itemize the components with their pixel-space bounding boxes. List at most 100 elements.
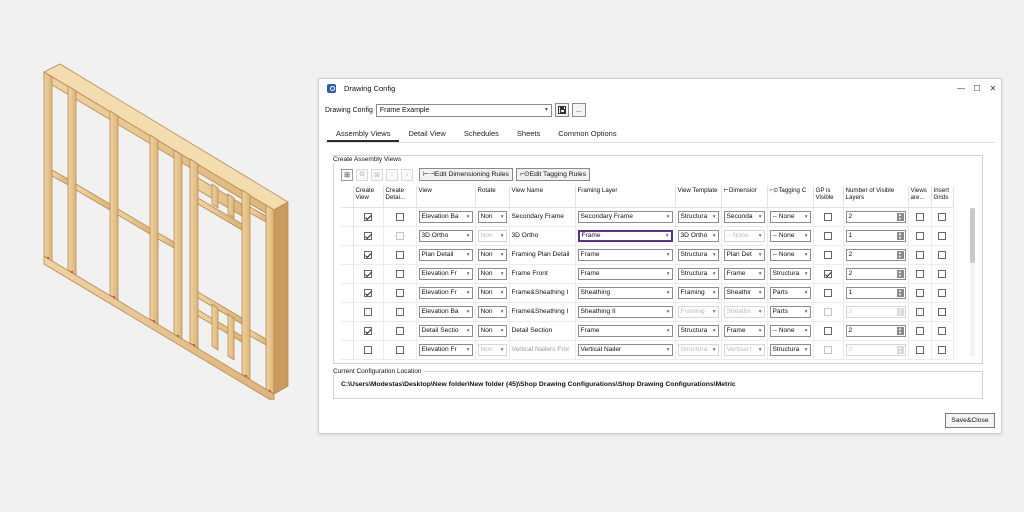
edit-dimensioning-rules-button[interactable]: ⊢⊣Edit Dimensioning Rules [419,168,513,181]
tab-common-options[interactable]: Common Options [549,128,625,142]
gp-visible-checkbox[interactable] [824,231,832,240]
create-detail-checkbox[interactable] [395,345,404,354]
insert-grids-checkbox[interactable] [938,326,946,335]
tagging-select[interactable]: Parts ▾ [769,286,811,299]
insert-grids-checkbox[interactable] [938,269,946,278]
framing-layer-select[interactable]: Sheathing ▾ [577,286,673,299]
delete-row-button[interactable]: ⊠ [371,168,383,181]
view-template-select[interactable]: Framing ▾ [677,286,719,299]
views-are-checkbox[interactable] [915,288,924,297]
gp-visible-checkbox[interactable] [824,212,832,221]
col-header-insert-grids[interactable]: Insert Grids [931,186,954,208]
create-detail-checkbox[interactable] [395,250,404,259]
framing-layer-select[interactable]: Frame ▾ [577,267,673,280]
view-template-select[interactable]: Structura ▾ [677,343,719,356]
dimensions-select[interactable]: Sheathir ▾ [723,286,765,299]
move-down-button[interactable]: ↓ [401,168,413,181]
create-detail-checkbox[interactable] [395,326,404,335]
rotate-select[interactable]: Non ▾ [477,343,507,356]
tab-assembly-views[interactable]: Assembly Views [327,128,400,142]
col-header-views-are[interactable]: Views are... [908,186,932,208]
table-row[interactable]: Plan Detail ▾ Non ▾ Framing Plan Detail Frame… [341,245,954,265]
tagging-select[interactable]: -- None ▾ [769,248,811,261]
view-template-select[interactable]: 3D Ortho ▾ [677,229,719,242]
cell-view-name[interactable]: 3D Ortho [509,226,576,246]
dimensions-select[interactable]: -- None ▾ [723,229,765,242]
view-select[interactable]: Elevation Ba ▾ [418,210,473,223]
col-header-view[interactable]: View [416,186,476,208]
row-header[interactable] [341,264,354,284]
row-header[interactable] [341,321,354,341]
row-header[interactable] [341,283,354,303]
col-header-create-view[interactable]: Create View [353,186,384,208]
close-icon[interactable]: ✕ [985,84,1001,93]
rotate-select[interactable]: Non ▾ [477,286,507,299]
tagging-select[interactable]: Structura ▾ [769,343,811,356]
framing-layer-select[interactable]: Secondary Frame ▾ [577,210,673,223]
dimensions-select[interactable]: Sheathir ▾ [723,305,765,318]
insert-grids-checkbox[interactable] [938,231,946,240]
table-row[interactable]: 3D Ortho ▾ Non ▾ 3D Ortho Frame ▾ 3D Ortho ▾ -- N… [341,226,954,246]
tagging-select[interactable]: -- None ▾ [769,210,811,223]
insert-grids-checkbox[interactable] [938,288,946,297]
spinner-arrows-icon[interactable]: ▲ ▼ [896,345,904,354]
save-config-button[interactable] [554,103,569,117]
row-header[interactable] [341,226,354,246]
dimensions-select[interactable]: Vertical I ▾ [723,343,765,356]
view-template-select[interactable]: Structura ▾ [677,267,719,280]
insert-grids-checkbox[interactable] [938,250,946,259]
col-header-gp-visible[interactable]: GP is Visible [813,186,844,208]
row-header[interactable] [341,207,354,227]
views-are-checkbox[interactable] [915,269,924,278]
gp-visible-checkbox[interactable] [824,345,832,354]
create-detail-checkbox[interactable] [395,288,404,297]
create-view-checkbox[interactable] [364,231,372,240]
gp-visible-checkbox[interactable] [824,250,832,259]
visible-layers-spinner[interactable]: 2 ▲ ▼ [845,267,906,280]
spinner-arrows-icon[interactable]: ▲ ▼ [896,212,904,221]
tagging-select[interactable]: Parts ▾ [769,305,811,318]
spinner-arrows-icon[interactable]: ▲ ▼ [896,288,904,297]
create-detail-checkbox[interactable] [395,231,404,240]
view-select[interactable]: 3D Ortho ▾ [418,229,473,242]
spinner-arrows-icon[interactable]: ▲ ▼ [896,326,904,335]
cell-view-name[interactable]: Secondary Frame [509,207,576,227]
framing-layer-select[interactable]: Frame ▾ [577,229,673,242]
create-detail-checkbox[interactable] [395,307,404,316]
create-view-checkbox[interactable] [364,345,372,354]
view-template-select[interactable]: Framing ▾ [677,305,719,318]
rotate-select[interactable]: Non ▾ [477,210,507,223]
create-view-checkbox[interactable] [364,250,372,259]
create-view-checkbox[interactable] [364,212,372,221]
insert-grids-checkbox[interactable] [938,307,946,316]
view-select[interactable]: Detail Sectio ▾ [418,324,473,337]
views-are-checkbox[interactable] [915,345,924,354]
view-select[interactable]: Elevation Fr ▾ [418,286,473,299]
view-select[interactable]: Elevation Fr ▾ [418,267,473,280]
framing-layer-select[interactable]: Frame ▾ [577,248,673,261]
dimensions-select[interactable]: Seconda ▾ [723,210,765,223]
tab-detail-view[interactable]: Detail View [399,128,454,142]
insert-grids-checkbox[interactable] [938,212,946,221]
rotate-select[interactable]: Non ▾ [477,324,507,337]
visible-layers-spinner[interactable]: 2 ▲ ▼ [845,248,906,261]
dimensions-select[interactable]: Frame ▾ [723,324,765,337]
save-close-button[interactable]: Save&Close [945,413,995,428]
gp-visible-checkbox[interactable] [824,288,832,297]
rotate-select[interactable]: Non ▾ [477,267,507,280]
rotate-select[interactable]: Non ▾ [477,248,507,261]
minimize-icon[interactable]: — [953,84,969,93]
table-row[interactable]: Elevation Fr ▾ Non ▾ Frame Front Frame ▾ Struct… [341,264,954,284]
col-header-rotate[interactable]: Rotate [475,186,510,208]
framing-layer-select[interactable]: Frame ▾ [577,324,673,337]
tagging-select[interactable]: -- None ▾ [769,229,811,242]
row-header[interactable] [341,340,354,360]
framing-layer-select[interactable]: Vertical Nailer ▾ [577,343,673,356]
cell-view-name[interactable]: Vertical Nailers Fror [509,340,576,360]
create-detail-checkbox[interactable] [395,212,404,221]
gp-visible-checkbox[interactable] [824,326,832,335]
col-header-framing-layer[interactable]: Framing Layer [575,186,676,208]
maximize-icon[interactable]: ☐ [969,84,985,93]
cell-view-name[interactable]: Frame&Sheathing I [509,302,576,322]
view-select[interactable]: Elevation Ba ▾ [418,305,473,318]
